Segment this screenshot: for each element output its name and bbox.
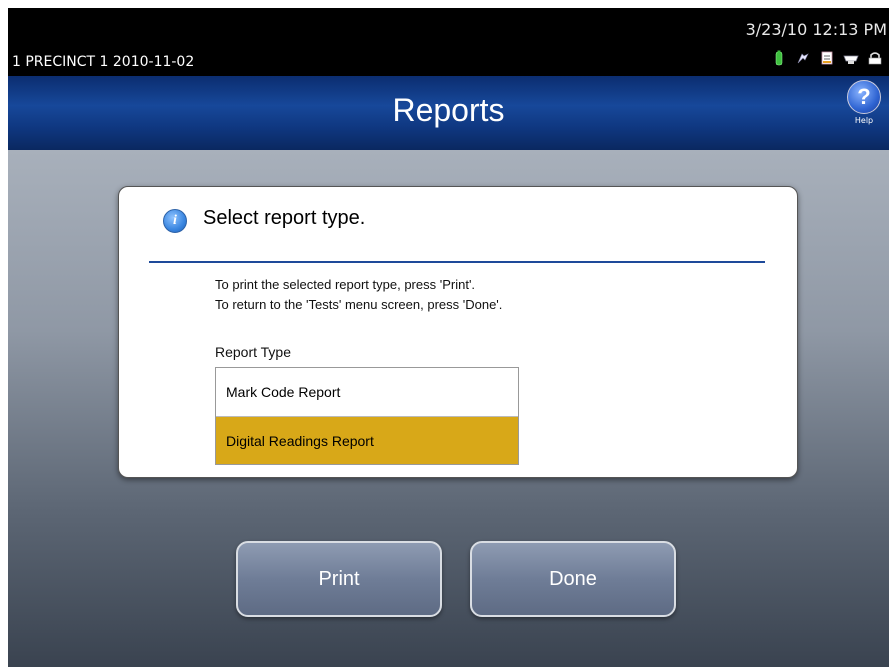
done-button[interactable]: Done [470,541,676,617]
help-icon: ? [847,80,881,114]
status-icons [771,50,883,66]
help-button[interactable]: ? Help [847,80,881,125]
scanner-icon [843,50,859,66]
precinct-label: 1 PRECINCT 1 2010-11-02 [12,54,195,70]
lock-icon [867,50,883,66]
page-title: Reports [392,92,505,128]
print-button[interactable]: Print [236,541,442,617]
status-bar: 1 PRECINCT 1 2010-11-02 3/23/10 12:13 PM [8,8,889,76]
info-icon: i [163,209,187,233]
document-icon [819,50,835,66]
report-type-list: Mark Code Report Digital Readings Report [215,367,519,465]
main-content: i Select report type. To print the selec… [8,150,889,667]
instruction-print: To print the selected report type, press… [215,277,476,292]
report-type-mark-code[interactable]: Mark Code Report [216,368,518,416]
dialog-title: Select report type. [203,207,366,229]
report-type-label: Report Type [215,344,292,360]
instruction-done: To return to the 'Tests' menu screen, pr… [215,297,503,312]
battery-icon [771,50,787,66]
help-label: Help [854,116,874,125]
datetime-display: 3/23/10 12:13 PM [745,20,887,39]
voting-machine-screen: 1 PRECINCT 1 2010-11-02 3/23/10 12:13 PM… [8,8,889,667]
power-plug-icon [795,50,811,66]
report-type-digital-readings[interactable]: Digital Readings Report [216,416,518,464]
divider [149,261,765,263]
report-dialog: i Select report type. To print the selec… [118,186,798,478]
header-bar: Reports ? Help [8,76,889,150]
